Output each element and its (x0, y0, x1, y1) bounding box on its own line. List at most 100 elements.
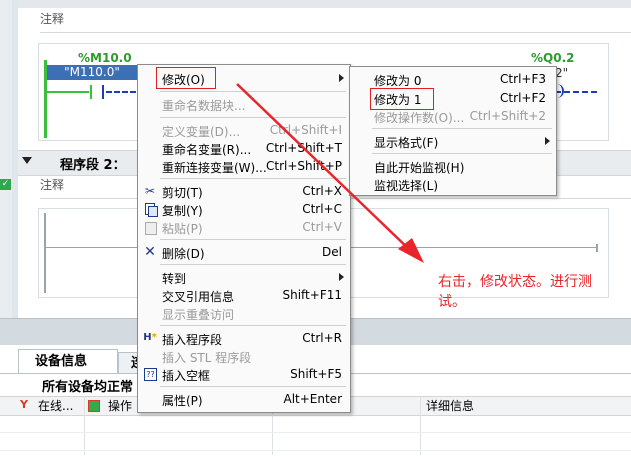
menu-item-label: 插入空框 (162, 369, 211, 383)
menu-item-insert-stl[interactable]: 插入 STL 程序段 (138, 347, 350, 366)
menu-item-label: 属性(P) (162, 394, 203, 408)
menu-item-rename-tag[interactable]: 重命名变量(R)... Ctrl+Shift+T (138, 139, 350, 158)
submenu-item-shortcut: Ctrl+F3 (500, 72, 546, 86)
menu-item-shortcut: Shift+F11 (282, 288, 342, 302)
annotation-text: 右击，修改状态。进行测试。 (438, 274, 592, 310)
menu-item-rewire-tag[interactable]: 重新连接变量(W)... Ctrl+Shift+P (138, 157, 350, 176)
menu-item-label: 重命名数据块... (162, 99, 246, 113)
scissors-icon: ✂ (144, 184, 156, 198)
menu-item-shortcut: Ctrl+C (302, 202, 342, 216)
submenu-arrow-icon (339, 273, 344, 281)
power-rail-2 (44, 213, 46, 293)
tab-device-info[interactable]: 设备信息 (18, 349, 118, 373)
menu-item-properties[interactable]: 属性(P) Alt+Enter (138, 390, 350, 409)
menu-separator (372, 153, 552, 154)
contact-symbol-selected[interactable]: "M110.0" (47, 65, 137, 80)
submenu-item-label: 修改为 1 (374, 93, 422, 107)
copy-icon (143, 202, 158, 217)
menu-item-shortcut: Ctrl+X (302, 184, 342, 198)
menu-item-show-overlap[interactable]: 显示重叠访问 (138, 304, 350, 323)
submenu-item-modify-operand[interactable]: 修改操作数(O)... Ctrl+Shift+2 (350, 107, 556, 126)
submenu-item-label: 自此开始监视(H) (374, 161, 465, 175)
submenu-item-monitor-selection[interactable]: 监视选择(L) (350, 175, 556, 194)
modify-submenu: 修改为 0 Ctrl+F3 修改为 1 Ctrl+F2 修改操作数(O)... … (349, 66, 557, 196)
row-line (0, 432, 631, 433)
online-status-icon: Y (20, 398, 28, 411)
menu-item-copy[interactable]: 复制(Y) Ctrl+C (138, 200, 350, 219)
menu-item-delete[interactable]: ✕ 删除(D) Del (138, 243, 350, 262)
submenu-item-label: 监视选择(L) (374, 179, 439, 193)
menu-item-label: 显示重叠访问 (162, 308, 235, 322)
submenu-arrow-icon (339, 74, 344, 82)
menu-item-label: 插入程序段 (162, 333, 223, 347)
menu-item-label: 修改(O) (162, 73, 205, 87)
menu-separator (160, 178, 346, 179)
wire-energized (47, 91, 89, 93)
network-1-comment-row[interactable]: 注释 (40, 10, 631, 33)
menu-item-shortcut: Del (322, 245, 342, 259)
menu-separator (160, 264, 346, 265)
menu-item-label: 剪切(T) (162, 186, 203, 200)
submenu-item-monitor-from-here[interactable]: 自此开始监视(H) (350, 157, 556, 176)
menu-item-shortcut: Ctrl+R (302, 331, 342, 345)
coil-operand: %Q0.2 (531, 51, 575, 65)
column-online[interactable]: 在线... (38, 397, 73, 414)
submenu-item-modify-to-1[interactable]: 修改为 1 Ctrl+F2 (350, 89, 556, 108)
menu-item-label: 交叉引用信息 (162, 290, 235, 304)
menu-item-rename-db[interactable]: 重命名数据块... (138, 95, 350, 114)
column-details[interactable]: 详细信息 (426, 397, 474, 414)
network-1-header[interactable] (18, 0, 631, 8)
menu-item-goto[interactable]: 转到 (138, 268, 350, 287)
collapse-triangle-icon[interactable] (22, 157, 32, 164)
delete-icon: ✕ (144, 244, 156, 260)
empty-box-icon: ?? (143, 367, 157, 381)
network-2-comment: 注释 (40, 178, 65, 192)
contact-operand: %M10.0 (78, 51, 132, 65)
menu-item-insert-empty-box[interactable]: ?? 插入空框 Shift+F5 (138, 365, 350, 384)
menu-item-label: 粘贴(P) (162, 222, 203, 236)
row-line (0, 450, 631, 451)
network-2-title: 程序段 2： (60, 158, 126, 173)
menu-separator (160, 386, 346, 387)
operation-icon (88, 400, 100, 412)
network-1-comment: 注释 (40, 12, 65, 26)
menu-item-modify[interactable]: 修改(O) (138, 69, 350, 88)
submenu-item-shortcut: Ctrl+Shift+2 (469, 109, 546, 123)
menu-item-cross-reference[interactable]: 交叉引用信息 Shift+F11 (138, 286, 350, 305)
menu-separator (160, 117, 346, 118)
menu-item-insert-network[interactable]: H* 插入程序段 Ctrl+R (138, 329, 350, 348)
device-status-text: 所有设备均正常 (42, 380, 134, 395)
menu-item-label: 重命名变量(R)... (162, 143, 252, 157)
menu-item-label: 定义变量(D)... (162, 125, 241, 139)
submenu-item-modify-to-0[interactable]: 修改为 0 Ctrl+F3 (350, 70, 556, 89)
menu-item-label: 转到 (162, 272, 187, 286)
insert-network-icon: H* (143, 332, 157, 343)
wire-unpowered (106, 91, 136, 93)
submenu-item-label: 修改为 0 (374, 74, 422, 88)
menu-separator (160, 239, 346, 240)
menu-item-shortcut: Ctrl+Shift+T (265, 141, 342, 155)
check-icon: ✓ (0, 179, 11, 190)
menu-item-label: 复制(Y) (162, 204, 203, 218)
menu-item-shortcut: Ctrl+Shift+P (266, 159, 342, 173)
menu-item-define-tag[interactable]: 定义变量(D)... Ctrl+Shift+I (138, 121, 350, 140)
menu-item-shortcut: Alt+Enter (283, 392, 342, 406)
menu-item-label: 插入 STL 程序段 (162, 351, 252, 365)
menu-item-label: 重新连接变量(W)... (162, 161, 267, 175)
col-sep (84, 396, 85, 455)
menu-separator (160, 91, 346, 92)
contact-right-bar[interactable] (102, 85, 104, 99)
submenu-item-display-format[interactable]: 显示格式(F) (350, 132, 556, 151)
menu-item-shortcut: Ctrl+V (302, 220, 342, 234)
menu-item-cut[interactable]: ✂ 剪切(T) Ctrl+X (138, 182, 350, 201)
menu-item-paste[interactable]: 粘贴(P) Ctrl+V (138, 218, 350, 237)
contact-left-bar[interactable] (90, 85, 92, 99)
menu-item-shortcut: Shift+F5 (290, 367, 342, 381)
column-operation[interactable]: 操作 (108, 397, 132, 414)
rung-end (596, 244, 598, 252)
paste-icon (143, 220, 157, 235)
menu-separator (160, 325, 346, 326)
menu-item-shortcut: Ctrl+Shift+I (269, 123, 342, 137)
submenu-item-label: 显示格式(F) (374, 136, 439, 150)
submenu-item-label: 修改操作数(O)... (374, 111, 465, 125)
